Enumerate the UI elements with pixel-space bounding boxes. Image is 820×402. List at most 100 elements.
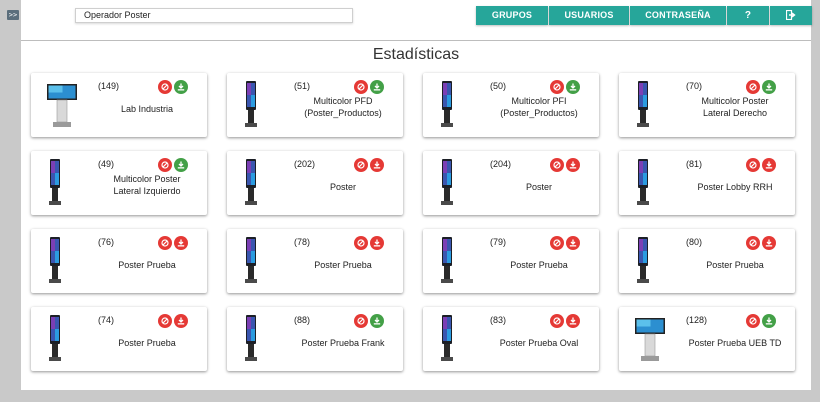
stop-button[interactable]: [158, 80, 172, 94]
stop-button[interactable]: [354, 80, 368, 94]
device-count: (50): [490, 81, 507, 91]
download-icon: [177, 161, 185, 169]
download-button[interactable]: [370, 158, 384, 172]
download-icon: [569, 83, 577, 91]
device-image: [635, 316, 665, 367]
device-name: Poster Prueba Frank: [301, 338, 385, 348]
device-image: [441, 81, 453, 132]
stop-button[interactable]: [746, 80, 760, 94]
device-count: (83): [490, 315, 507, 325]
device-card[interactable]: (83) Poster Prueba Oval: [423, 307, 599, 371]
device-card[interactable]: (70) Multicolor Poster Lateral Derecho: [619, 73, 795, 137]
stop-button[interactable]: [158, 158, 172, 172]
device-count: (88): [294, 315, 311, 325]
device-card[interactable]: (51) Multicolor PFD (Poster_Productos): [227, 73, 403, 137]
totem-icon: [637, 237, 649, 283]
device-card[interactable]: (74) Poster Prueba: [31, 307, 207, 371]
sidebar-toggle-button[interactable]: >>: [7, 10, 19, 20]
top-navbar: GRUPOS USUARIOS CONTRASEÑA ?: [476, 6, 813, 25]
stop-button[interactable]: [354, 236, 368, 250]
download-button[interactable]: [370, 80, 384, 94]
stop-button[interactable]: [354, 158, 368, 172]
download-button[interactable]: [566, 236, 580, 250]
download-icon: [765, 83, 773, 91]
page-title: Estadísticas: [372, 46, 460, 63]
download-button[interactable]: [174, 236, 188, 250]
nav-password-button[interactable]: CONTRASEÑA: [630, 6, 726, 25]
device-card[interactable]: (128) Poster Prueba UEB TD: [619, 307, 795, 371]
download-button[interactable]: [762, 80, 776, 94]
stop-icon: [357, 239, 365, 247]
download-button[interactable]: [566, 158, 580, 172]
stop-button[interactable]: [550, 158, 564, 172]
device-card[interactable]: (81) Poster Lobby RRH: [619, 151, 795, 215]
device-card[interactable]: (79) Poster Prueba: [423, 229, 599, 293]
stop-button[interactable]: [746, 158, 760, 172]
device-image: [245, 315, 257, 366]
download-button[interactable]: [762, 314, 776, 328]
stop-icon: [553, 239, 561, 247]
download-button[interactable]: [762, 236, 776, 250]
device-count: (202): [294, 159, 316, 169]
device-card[interactable]: (80) Poster Prueba: [619, 229, 795, 293]
device-grid: (149) Lab Industria (51) Multicolor PFD …: [31, 73, 795, 371]
download-icon: [765, 317, 773, 325]
nav-users-button[interactable]: USUARIOS: [549, 6, 629, 25]
download-icon: [177, 317, 185, 325]
device-card[interactable]: (76) Poster Prueba: [31, 229, 207, 293]
download-button[interactable]: [762, 158, 776, 172]
device-card[interactable]: (149) Lab Industria: [31, 73, 207, 137]
device-name: Multicolor PFD (Poster_Productos): [304, 96, 382, 118]
device-name: Poster: [329, 182, 356, 192]
device-card[interactable]: (204) Poster: [423, 151, 599, 215]
stop-button[interactable]: [746, 236, 760, 250]
download-icon: [569, 317, 577, 325]
stop-button[interactable]: [550, 236, 564, 250]
download-button[interactable]: [174, 158, 188, 172]
device-image: [245, 81, 257, 132]
device-image: [637, 81, 649, 132]
nav-groups-button[interactable]: GRUPOS: [476, 6, 548, 25]
stop-button[interactable]: [550, 80, 564, 94]
download-icon: [373, 161, 381, 169]
device-count: (128): [686, 315, 708, 325]
download-button[interactable]: [174, 314, 188, 328]
totem-icon: [49, 237, 61, 283]
download-button[interactable]: [370, 236, 384, 250]
stop-icon: [161, 317, 169, 325]
device-image: [245, 159, 257, 210]
stop-button[interactable]: [158, 236, 172, 250]
download-icon: [373, 83, 381, 91]
download-button[interactable]: [566, 80, 580, 94]
download-button[interactable]: [566, 314, 580, 328]
device-card[interactable]: (49) Multicolor Poster Lateral Izquierdo: [31, 151, 207, 215]
device-name: Poster Prueba: [118, 260, 176, 270]
device-card[interactable]: (50) Multicolor PFI (Poster_Productos): [423, 73, 599, 137]
device-image: [49, 315, 61, 366]
download-button[interactable]: [174, 80, 188, 94]
stop-icon: [553, 317, 561, 325]
device-card[interactable]: (88) Poster Prueba Frank: [227, 307, 403, 371]
nav-help-button[interactable]: ?: [727, 6, 769, 25]
totem-icon: [441, 315, 453, 361]
device-card[interactable]: (202) Poster: [227, 151, 403, 215]
download-button[interactable]: [370, 314, 384, 328]
device-count: (80): [686, 237, 703, 247]
totem-icon: [637, 159, 649, 205]
device-count: (204): [490, 159, 512, 169]
logout-button[interactable]: [770, 6, 812, 25]
totem-icon: [637, 81, 649, 127]
stop-icon: [553, 161, 561, 169]
device-name: Poster Prueba: [118, 338, 176, 348]
device-name: Poster Prueba: [706, 260, 764, 270]
stop-icon: [749, 317, 757, 325]
stop-button[interactable]: [354, 314, 368, 328]
stop-button[interactable]: [550, 314, 564, 328]
download-icon: [373, 317, 381, 325]
totem-icon: [245, 81, 257, 127]
stop-button[interactable]: [746, 314, 760, 328]
totem-icon: [49, 159, 61, 205]
stop-icon: [357, 161, 365, 169]
device-card[interactable]: (78) Poster Prueba: [227, 229, 403, 293]
stop-button[interactable]: [158, 314, 172, 328]
